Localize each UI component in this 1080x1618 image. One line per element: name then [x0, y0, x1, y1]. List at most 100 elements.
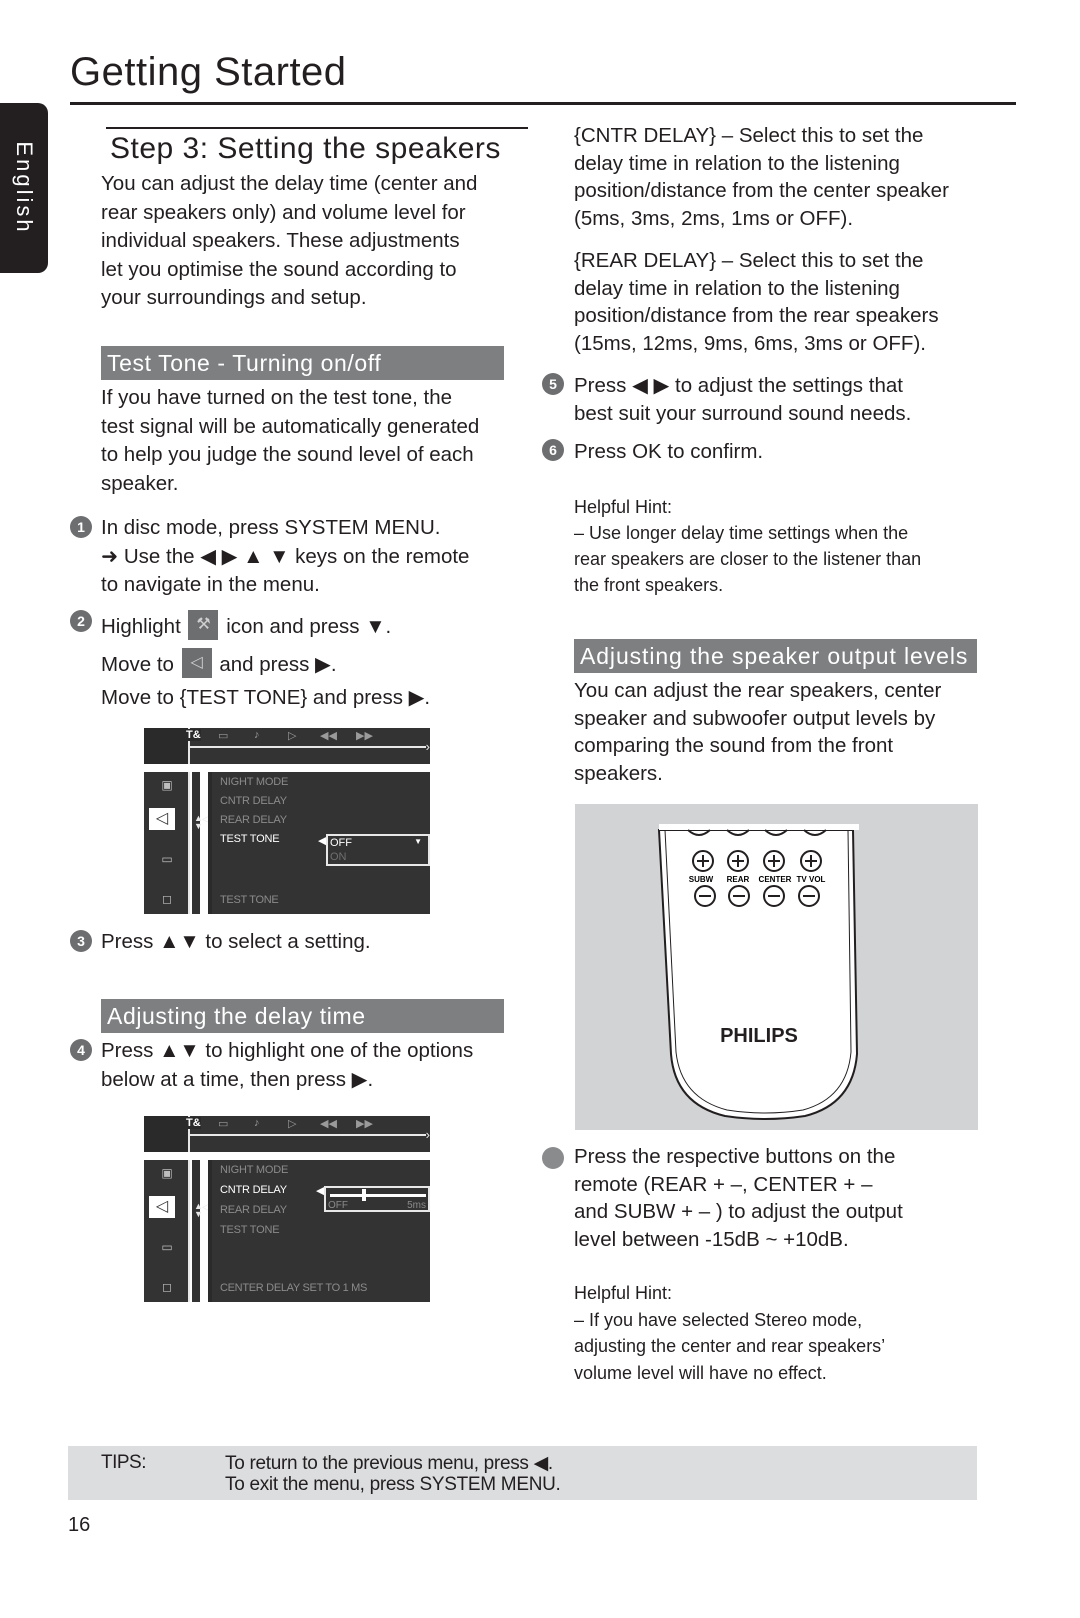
osd-menu-item: REAR DELAY	[220, 1204, 287, 1216]
setup-icon: T&	[186, 1117, 201, 1129]
bullet-dot	[542, 1147, 564, 1169]
intro-line: You can adjust the delay time (center an…	[101, 172, 478, 195]
tips-box: TIPS: To return to the previous menu, pr…	[68, 1446, 977, 1500]
page-number: 16	[68, 1514, 91, 1536]
osd-corner	[144, 1116, 190, 1152]
step-number-3: 3	[70, 930, 92, 952]
osd-icon-row: T& ▭ ♪ ▷ ◀◀ ▶▶	[186, 728, 430, 746]
osd-status: TEST TONE	[220, 894, 279, 906]
test-tone-line: to help you judge the sound level of eac…	[101, 443, 474, 467]
step-4-line: below at a time, then press ▶.	[101, 1067, 374, 1091]
dropdown-option: ON	[330, 851, 347, 863]
step-1-line: to navigate in the menu.	[101, 573, 320, 597]
tips-label: TIPS:	[101, 1452, 147, 1473]
remote-label-tv-vol: TV VOL	[797, 875, 826, 884]
cntr-delay-line: position/distance from the center speake…	[574, 179, 949, 202]
helpful-hint-stereo: Helpful Hint: – If you have selected Ste…	[574, 1280, 1024, 1386]
rear-delay-paragraph: {REAR DELAY} – Select this to set the de…	[574, 247, 1024, 357]
rear-delay-line: delay time in relation to the listening	[574, 276, 900, 300]
osd-menu-item: NIGHT MODE	[220, 1164, 289, 1176]
cntr-delay-line: (5ms, 3ms, 2ms, 1ms or OFF).	[574, 206, 854, 230]
osd-top-bar: T& ▭ ♪ ▷ ◀◀ ▶▶ ›	[144, 1116, 430, 1152]
rear-delay-line: position/distance from the rear speakers	[574, 304, 939, 327]
language-tab: English	[0, 103, 48, 273]
setup-icon: T&	[186, 729, 201, 741]
dropdown-selected: OFF	[330, 837, 352, 849]
osd-delay-slider: OFF 5ms	[324, 1186, 430, 1212]
osd-scroll-column	[192, 772, 200, 914]
osd-menu-panel: NIGHT MODE CNTR DELAY REAR DELAY TEST TO…	[208, 772, 430, 914]
cntr-delay-paragraph: {CNTR DELAY} – Select this to set the de…	[574, 122, 1024, 232]
message-icon: ▭	[161, 852, 173, 866]
slider-track	[330, 1194, 426, 1197]
remote-control-drawing: SUBW REAR CENTER TV VOL PHILIPS	[657, 824, 859, 1120]
osd-top-bar: T& ▭ ♪ ▷ ◀◀ ▶▶ ›	[144, 728, 430, 764]
press-buttons-paragraph: Press the respective buttons on the remo…	[574, 1143, 1024, 1253]
slider-knob	[361, 1189, 366, 1201]
rear-delay-line: {REAR DELAY} – Select this to set the	[574, 249, 924, 272]
intro-line: rear speakers only) and volume level for	[101, 200, 466, 224]
slider-max-label: 5ms	[407, 1200, 426, 1211]
section-header-output-levels: Adjusting the speaker output levels	[574, 639, 977, 673]
step-4-text: Press ▲▼ to highlight one of the options…	[101, 1037, 541, 1094]
setup-icon: ⚒	[188, 609, 219, 640]
step-2-text-part: Highlight	[101, 615, 181, 638]
osd-icon-row: T& ▭ ♪ ▷ ◀◀ ▶▶	[186, 1116, 430, 1134]
speaker-icon: ◁	[149, 1196, 175, 1218]
cntr-delay-line: {CNTR DELAY} – Select this to set the	[574, 124, 924, 147]
dropdown-caret-icon: ▼	[414, 837, 422, 846]
osd-menu-item-selected: TEST TONE	[220, 833, 280, 845]
osd-menu-item: REAR DELAY	[220, 814, 287, 826]
output-line: speaker and subwoofer output levels by	[574, 706, 936, 730]
hint-line: adjusting the center and rear speakers’	[574, 1336, 886, 1356]
audio-icon: ♪	[254, 1117, 260, 1129]
step-2-text-part: and press ▶.	[219, 653, 337, 676]
fast-forward-icon: ▶▶	[356, 730, 373, 742]
step-2-move-line: Move to ◁ and press ▶.	[101, 646, 541, 684]
step-number-1: 1	[70, 516, 92, 538]
test-tone-line: test signal will be automatically genera…	[101, 414, 480, 438]
osd-scroll-column	[192, 1160, 200, 1302]
step-2-test-tone-line: Move to {TEST TONE} and press ▶.	[101, 686, 431, 709]
hint-title: Helpful Hint:	[574, 497, 673, 517]
osd-side-panel: ▣ ◁ ▭ ◻	[144, 1160, 190, 1302]
rewind-icon: ◀◀	[320, 1118, 337, 1130]
subtitle-icon: ▭	[218, 1118, 229, 1130]
rear-delay-line: (15ms, 12ms, 9ms, 6ms, 3ms or OFF).	[574, 331, 926, 355]
message-icon: ▭	[161, 1240, 173, 1254]
hint-line: rear speakers are closer to the listener…	[574, 549, 922, 569]
step-1-text: In disc mode, press SYSTEM MENU. ➜ Use t…	[101, 514, 541, 600]
picture-icon: ▣	[161, 778, 173, 792]
hint-line: the front speakers.	[574, 575, 724, 595]
osd-menu-item-selected: CNTR DELAY	[220, 1184, 287, 1196]
step-5-line: Press ◀ ▶ to adjust the settings that	[574, 374, 903, 397]
subtitle-icon: ▭	[218, 730, 229, 742]
output-line: speakers.	[574, 761, 663, 785]
step-number-2: 2	[70, 610, 92, 632]
output-line: You can adjust the rear speakers, center	[574, 679, 942, 702]
intro-paragraph: You can adjust the delay time (center an…	[101, 170, 531, 313]
osd-menu-item: TEST TONE	[220, 1224, 280, 1236]
hint-title: Helpful Hint:	[574, 1283, 673, 1303]
step-2-text: Highlight ⚒ icon and press ▼. Move to ◁ …	[101, 608, 541, 712]
press-buttons-line: Press the respective buttons on the	[574, 1145, 896, 1168]
intro-line: individual speakers. These adjustments	[101, 229, 460, 253]
tips-line-2: To exit the menu, press SYSTEM MENU.	[225, 1474, 561, 1495]
step-title-rule	[106, 127, 528, 129]
helpful-hint-delay: Helpful Hint: – Use longer delay time se…	[574, 494, 1024, 598]
cntr-delay-line: delay time in relation to the listening	[574, 151, 900, 175]
osd-dropdown: OFF ON ▼	[326, 834, 430, 866]
step-5-line: best suit your surround sound needs.	[574, 402, 912, 425]
test-tone-line: If you have turned on the test tone, the	[101, 386, 453, 409]
output-line: comparing the sound from the front	[574, 734, 894, 757]
osd-status: CENTER DELAY SET TO 1 MS	[220, 1282, 368, 1294]
osd-side-panel: ▣ ◁ ▭ ◻	[144, 772, 190, 914]
philips-logo: PHILIPS	[720, 1025, 798, 1047]
osd-screen-test-tone: T& ▭ ♪ ▷ ◀◀ ▶▶ › ▣ ◁ ▭ ◻ ▲ ▼ ◁ NIGHT MODE…	[144, 728, 430, 914]
hint-line: – Use longer delay time settings when th…	[574, 523, 909, 543]
step-1-line: ➜ Use the ◀ ▶ ▲ ▼ keys on the remote	[101, 544, 470, 568]
osd-corner	[144, 728, 190, 764]
press-buttons-line: level between -15dB ~ +10dB.	[574, 1227, 849, 1251]
step-2-highlight-line: Highlight ⚒ icon and press ▼.	[101, 608, 541, 646]
step-2-text-part: icon and press ▼.	[226, 615, 392, 638]
